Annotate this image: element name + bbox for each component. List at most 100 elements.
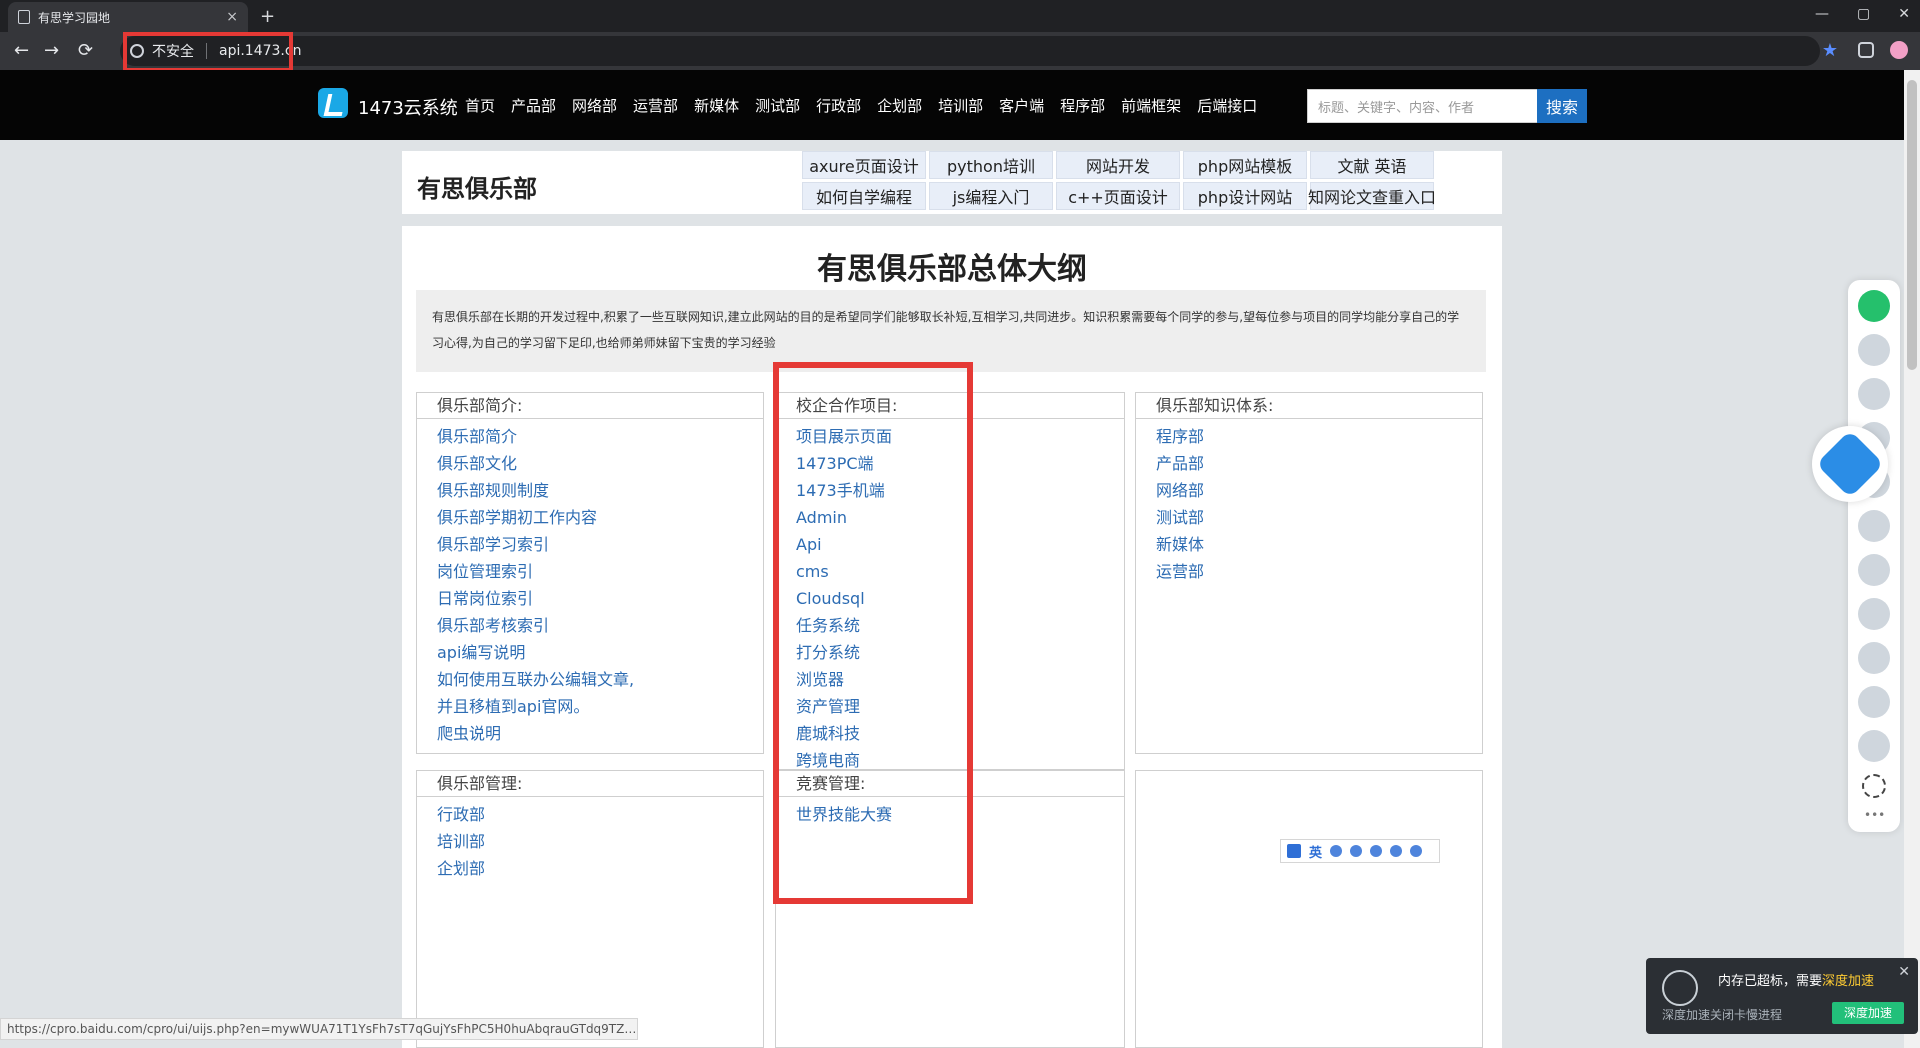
link-testing-dept[interactable]: 测试部: [1156, 504, 1482, 531]
link-new-media-dept[interactable]: 新媒体: [1156, 531, 1482, 558]
link-cms[interactable]: cms: [796, 558, 1124, 585]
ime-toolbar[interactable]: 英: [1280, 839, 1440, 863]
nav-item-training[interactable]: 培训部: [938, 95, 983, 116]
link-task-system[interactable]: 任务系统: [796, 612, 1124, 639]
avatar[interactable]: [1858, 642, 1890, 674]
link-training-dept[interactable]: 培训部: [437, 828, 763, 855]
link-position-management-index[interactable]: 岗位管理索引: [437, 558, 763, 585]
restore-icon[interactable]: ▢: [1857, 6, 1870, 22]
reload-icon[interactable]: ⟳: [78, 40, 93, 61]
link-product-dept[interactable]: 产品部: [1156, 450, 1482, 477]
extensions-icon[interactable]: [1858, 42, 1874, 58]
link-1473-pc[interactable]: 1473PC端: [796, 450, 1124, 477]
tag-php-template[interactable]: php网站模板: [1183, 151, 1307, 179]
link-semester-start-work[interactable]: 俱乐部学期初工作内容: [437, 504, 763, 531]
tab-close-icon[interactable]: ×: [226, 10, 238, 24]
site-info-icon[interactable]: [130, 44, 144, 58]
nav-item-frontend-framework[interactable]: 前端框架: [1121, 95, 1181, 116]
memory-warning-popup: 内存已超标，需要深度加速 ✕ 深度加速关闭卡慢进程 深度加速: [1646, 958, 1918, 1034]
search-icon[interactable]: [1858, 290, 1890, 322]
forward-icon[interactable]: →: [44, 40, 59, 61]
link-api-writing-guide[interactable]: api编写说明: [437, 639, 763, 666]
link-world-skills[interactable]: 世界技能大赛: [796, 801, 1124, 828]
popup-close-icon[interactable]: ✕: [1898, 964, 1910, 980]
link-edit-and-migrate[interactable]: 如何使用互联办公编辑文章, 并且移植到api官网。: [437, 666, 763, 720]
ime-wrench-icon[interactable]: [1410, 845, 1423, 857]
ime-user-icon[interactable]: [1390, 845, 1403, 857]
avatar[interactable]: [1858, 598, 1890, 630]
search-button[interactable]: 搜索: [1537, 89, 1587, 123]
back-icon[interactable]: ←: [14, 40, 29, 61]
tag-cnki-check[interactable]: 知网论文查重入口: [1308, 182, 1436, 210]
link-club-rules[interactable]: 俱乐部规则制度: [437, 477, 763, 504]
tag-literature-english[interactable]: 文献 英语: [1310, 151, 1434, 179]
avatar[interactable]: [1858, 510, 1890, 542]
avatar[interactable]: [1858, 730, 1890, 762]
ime-language[interactable]: 英: [1309, 842, 1322, 861]
link-cloudsql[interactable]: Cloudsql: [796, 585, 1124, 612]
link-lucheng-tech[interactable]: 鹿城科技: [796, 720, 1124, 747]
close-window-icon[interactable]: ✕: [1898, 6, 1910, 22]
nav-item-backend-api[interactable]: 后端接口: [1197, 95, 1257, 116]
link-planning-dept[interactable]: 企划部: [437, 855, 763, 882]
deep-accelerate-button[interactable]: 深度加速: [1832, 1002, 1904, 1024]
link-network-dept[interactable]: 网络部: [1156, 477, 1482, 504]
search-placeholder: 标题、关键字、内容、作者: [1318, 100, 1475, 116]
page-scrollbar[interactable]: [1904, 70, 1920, 1048]
nav-item-programming[interactable]: 程序部: [1060, 95, 1105, 116]
nav-item-product[interactable]: 产品部: [511, 95, 556, 116]
scrollbar-thumb[interactable]: [1907, 80, 1917, 370]
address-url[interactable]: api.1473.cn: [219, 43, 301, 59]
link-crawler-guide[interactable]: 爬虫说明: [437, 720, 763, 747]
ime-keyboard-icon[interactable]: [1370, 845, 1383, 857]
nav-item-testing[interactable]: 测试部: [755, 95, 800, 116]
site-logo-icon[interactable]: [318, 88, 348, 118]
address-bar[interactable]: 不安全 api.1473.cn: [120, 36, 1820, 66]
avatar[interactable]: [1858, 378, 1890, 410]
loading-icon: [1862, 774, 1886, 798]
ime-moon-icon[interactable]: [1330, 845, 1343, 857]
link-operations-dept[interactable]: 运营部: [1156, 558, 1482, 585]
bird-icon[interactable]: [1812, 426, 1888, 502]
bookmark-star-icon[interactable]: ★: [1822, 40, 1838, 61]
nav-item-planning[interactable]: 企划部: [877, 95, 922, 116]
nav-item-new-media[interactable]: 新媒体: [694, 95, 739, 116]
link-project-showcase[interactable]: 项目展示页面: [796, 423, 1124, 450]
link-programming-dept[interactable]: 程序部: [1156, 423, 1482, 450]
tag-axure[interactable]: axure页面设计: [802, 151, 926, 179]
nav-item-operations[interactable]: 运营部: [633, 95, 678, 116]
link-scoring-system[interactable]: 打分系统: [796, 639, 1124, 666]
link-club-intro[interactable]: 俱乐部简介: [437, 423, 763, 450]
profile-avatar[interactable]: [1890, 41, 1908, 59]
tag-cpp-design[interactable]: c++页面设计: [1056, 182, 1180, 210]
link-api[interactable]: Api: [796, 531, 1124, 558]
tag-python[interactable]: python培训: [929, 151, 1053, 179]
tag-self-learn[interactable]: 如何自学编程: [802, 182, 926, 210]
link-browser[interactable]: 浏览器: [796, 666, 1124, 693]
avatar[interactable]: [1858, 334, 1890, 366]
avatar[interactable]: [1858, 686, 1890, 718]
new-tab-button[interactable]: +: [260, 6, 275, 27]
link-club-culture[interactable]: 俱乐部文化: [437, 450, 763, 477]
link-1473-mobile[interactable]: 1473手机端: [796, 477, 1124, 504]
tag-php-website[interactable]: php设计网站: [1183, 182, 1307, 210]
tag-web-dev[interactable]: 网站开发: [1056, 151, 1180, 179]
nav-item-admin[interactable]: 行政部: [816, 95, 861, 116]
nav-item-network[interactable]: 网络部: [572, 95, 617, 116]
nav-item-home[interactable]: 首页: [465, 95, 495, 116]
link-study-index[interactable]: 俱乐部学习索引: [437, 531, 763, 558]
avatar[interactable]: [1858, 554, 1890, 586]
link-admin[interactable]: Admin: [796, 504, 1124, 531]
link-assessment-index[interactable]: 俱乐部考核索引: [437, 612, 763, 639]
link-asset-management[interactable]: 资产管理: [796, 693, 1124, 720]
link-daily-position-index[interactable]: 日常岗位索引: [437, 585, 763, 612]
site-brand[interactable]: 1473云系统: [358, 94, 458, 120]
ime-punctuation-icon[interactable]: [1350, 845, 1363, 857]
browser-tab[interactable]: 有思学习园地 ×: [8, 2, 248, 32]
minimize-icon[interactable]: —: [1815, 6, 1829, 22]
nav-item-client[interactable]: 客户端: [999, 95, 1044, 116]
link-admin-dept[interactable]: 行政部: [437, 801, 763, 828]
more-icon[interactable]: •••: [1864, 809, 1885, 821]
outline-title: 有思俱乐部总体大纲: [817, 252, 1087, 287]
tag-js-intro[interactable]: js编程入门: [929, 182, 1053, 210]
